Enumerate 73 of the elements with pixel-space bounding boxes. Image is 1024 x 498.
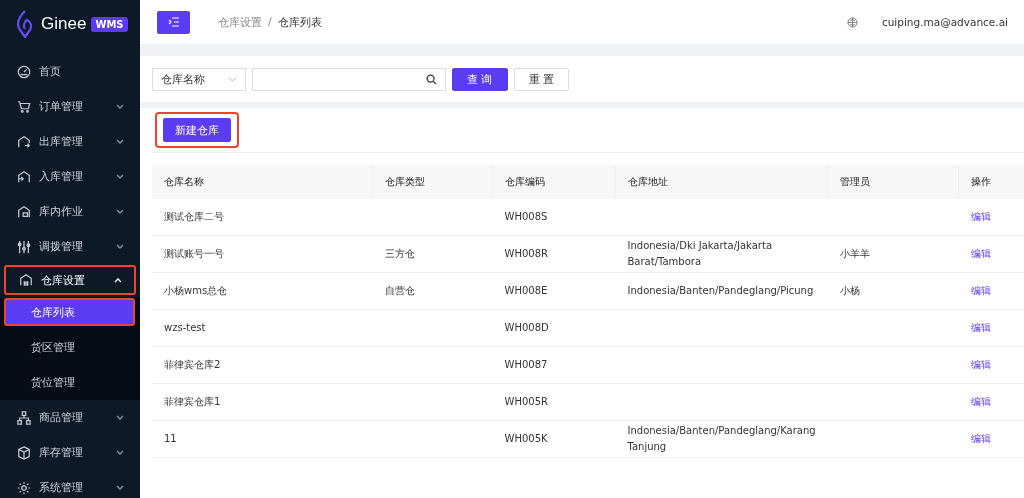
nav-item[interactable]: 库内作业 [4, 194, 136, 229]
search-field[interactable] [252, 67, 446, 91]
house-icon [17, 204, 31, 219]
reset-button[interactable]: 重 置 [513, 67, 569, 91]
table-cell: WH008S [504, 211, 548, 222]
user-email[interactable]: cuiping.ma@advance.ai [881, 16, 1008, 28]
column-header: 仓库名称 [152, 165, 373, 199]
nav-item[interactable]: 库存管理 [4, 435, 136, 470]
warehouse-icon [19, 273, 33, 287]
nav-item[interactable]: 入库管理 [4, 159, 136, 194]
edit-link[interactable]: 编辑 [970, 396, 991, 407]
edit-link[interactable]: 编辑 [970, 433, 991, 444]
gauge-icon [17, 64, 31, 79]
nav-item[interactable]: 订单管理 [4, 89, 136, 124]
house-arrow-icon [17, 169, 31, 184]
column-header: 操作 [958, 165, 1024, 199]
table-cell: 测试仓库二号 [164, 211, 224, 222]
nav-item[interactable]: 仓库设置 [4, 265, 136, 295]
edit-link[interactable]: 编辑 [970, 285, 991, 296]
breadcrumb-separator: / [268, 14, 272, 30]
column-header: 仓库类型 [372, 165, 493, 199]
search-icon [426, 73, 437, 85]
table-cell: 小羊羊 [839, 248, 870, 259]
hierarchy-icon [17, 410, 31, 425]
chevron-down-icon [228, 76, 237, 82]
box-icon [17, 445, 31, 460]
table-cell: 菲律宾仓库1 [164, 396, 221, 407]
logo-badge: WMS [91, 16, 128, 32]
column-header: 仓库编码 [492, 165, 616, 199]
nav-item[interactable]: 系统管理 [4, 470, 136, 498]
table-cell: WH008E [504, 285, 548, 296]
menu-button[interactable] [157, 10, 190, 34]
query-button[interactable]: 查 询 [452, 67, 508, 91]
nav-item[interactable]: 商品管理 [4, 400, 136, 435]
edit-link[interactable]: 编辑 [970, 211, 991, 222]
breadcrumb-item: 仓库列表 [277, 14, 322, 30]
nav-subitem[interactable]: 仓库列表 [4, 298, 135, 326]
column-header: 仓库地址 [615, 165, 828, 199]
table-cell: 三方仓 [384, 248, 415, 259]
edit-link[interactable]: 编辑 [970, 322, 991, 333]
table-cell: WH008R [504, 248, 548, 259]
table-cell: 测试账号一号 [164, 248, 224, 259]
table-cell: 11 [164, 433, 177, 444]
table-cell: Indonesia/Banten/Pandeglang/Karang Tanjung [627, 425, 816, 452]
sliders-icon [17, 239, 31, 254]
new-warehouse-button[interactable]: 新建仓库 [163, 118, 231, 142]
breadcrumb-item[interactable]: 仓库设置 [218, 14, 262, 30]
table-cell: 小杨wms总仓 [164, 285, 228, 296]
nav-item[interactable]: 出库管理 [4, 124, 136, 159]
table-cell: 小杨 [839, 285, 860, 296]
nav-item[interactable]: 首页 [4, 54, 136, 89]
house-arrow-icon [17, 134, 31, 149]
settings-icon [17, 480, 31, 495]
table-cell: wzs-test [164, 322, 206, 333]
edit-link[interactable]: 编辑 [970, 359, 991, 370]
field-select[interactable]: 仓库名称 [152, 67, 246, 91]
table-cell: Indonesia/Dki Jakarta/Jakarta Barat/Tambora [627, 240, 772, 267]
table-cell: WH008D [504, 322, 549, 333]
column-header: 管理员 [827, 165, 959, 199]
table-cell: WH0087 [504, 359, 548, 370]
table-cell: WH005K [504, 433, 548, 444]
table-cell: 自营仓 [384, 285, 415, 296]
table-cell: 菲律宾仓库2 [164, 359, 221, 370]
table-cell: Indonesia/Banten/Pandeglang/Picung [627, 285, 814, 296]
nav-item[interactable]: 调拨管理 [4, 229, 136, 264]
cart-icon [17, 99, 31, 114]
nav-subitem[interactable]: 货区管理 [0, 330, 140, 365]
table-cell: WH005R [504, 396, 548, 407]
edit-link[interactable]: 编辑 [970, 248, 991, 259]
nav-subitem[interactable]: 货位管理 [0, 365, 140, 400]
globe-icon[interactable] [846, 16, 858, 28]
logo-text: Ginee [41, 14, 87, 34]
menu-fold-icon [167, 17, 180, 27]
